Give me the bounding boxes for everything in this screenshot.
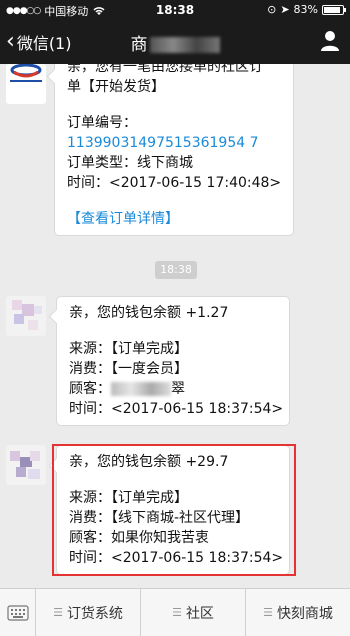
pixelated-avatar-icon [10, 451, 40, 479]
redacted-title [149, 37, 220, 53]
order-intro-line2: 单【开始发货】 [67, 79, 165, 95]
customer-label: 顾客： [69, 381, 111, 397]
company-logo-icon [10, 64, 42, 82]
location-icon: ➤ [280, 3, 290, 16]
order-number-label: 订单编号： [67, 115, 137, 131]
wallet-headline: 亲，您的钱包余额 +29.7 [69, 454, 229, 470]
wallet-consume: 消费：【一度会员】 [69, 361, 188, 377]
status-bar: ●●●○○ 中国移动 18:38 ⊙ ➤ 83% [0, 0, 350, 20]
wallet-consume: 消费：【线下商城-社区代理】 [69, 510, 250, 526]
wallet-customer: 顾客：如果你知我苦衷 [69, 530, 209, 546]
keyboard-toggle-button[interactable] [0, 588, 36, 636]
message-bubble-wallet-2[interactable]: 亲，您的钱包余额 +29.7 来源：【订单完成】 消费：【线下商城-社区代理】 … [56, 445, 290, 575]
sender-avatar[interactable] [6, 445, 46, 485]
menu-item-label: 快刻商城 [276, 605, 333, 622]
lock-rotation-icon: ⊙ [267, 3, 277, 16]
time-divider: 18:38 [155, 261, 197, 279]
sender-avatar-logo[interactable] [6, 64, 46, 104]
person-icon[interactable] [320, 30, 340, 52]
redacted-customer-name [111, 382, 171, 396]
pixelated-avatar-icon [12, 300, 42, 330]
nav-bar: ‹ 微信(1) 商 [0, 20, 350, 64]
keyboard-icon [6, 604, 29, 621]
order-time: 时间：<2017-06-15 17:40:48> [67, 175, 282, 191]
chat-area[interactable]: 亲，您有一笔由您接单的社区订 单【开始发货】 订单编号： 11399031497… [0, 64, 350, 588]
battery-percent: 83% [293, 3, 318, 16]
view-order-details-link[interactable]: 【查看订单详情】 [67, 209, 281, 229]
status-right: ⊙ ➤ 83% [267, 3, 346, 16]
chat-title-text: 商 [130, 35, 148, 55]
menu-icon: ☰ [172, 606, 182, 619]
wallet-time: 时间：<2017-06-15 18:37:54> [69, 401, 284, 417]
message-bubble-order[interactable]: 亲，您有一笔由您接单的社区订 单【开始发货】 订单编号： 11399031497… [54, 64, 294, 236]
wallet-source: 来源：【订单完成】 [69, 341, 188, 357]
menu-icon: ☰ [53, 606, 63, 619]
battery-icon [322, 4, 346, 15]
menu-item-label: 订货系统 [66, 605, 123, 622]
message-bubble-wallet-1[interactable]: 亲，您的钱包余额 +1.27 来源：【订单完成】 消费：【一度会员】 顾客：翠 … [56, 296, 290, 426]
order-type: 订单类型：线下商城 [67, 155, 193, 171]
menu-icon: ☰ [263, 606, 273, 619]
wallet-time: 时间：<2017-06-15 18:37:54> [69, 550, 284, 566]
menu-item-quick-mall[interactable]: ☰ 快刻商城 [246, 589, 350, 636]
order-intro-line1: 亲，您有一笔由您接单的社区订 [67, 64, 263, 75]
chat-title: 商 [0, 30, 350, 55]
sender-avatar[interactable] [6, 296, 46, 336]
customer-name-tail: 翠 [171, 381, 185, 397]
wallet-customer: 顾客： 翠 [69, 379, 277, 399]
menu-item-community[interactable]: ☰ 社区 [141, 588, 246, 636]
order-number-link[interactable]: 11399031497515361954 7 [67, 133, 281, 153]
menu-item-label: 社区 [185, 605, 214, 622]
bottom-menu-bar: ☰ 订货系统 ☰ 社区 ☰ 快刻商城 [0, 588, 350, 636]
wallet-source: 来源：【订单完成】 [69, 490, 188, 506]
menu-item-ordering-system[interactable]: ☰ 订货系统 [36, 588, 141, 636]
wallet-headline: 亲，您的钱包余额 +1.27 [69, 305, 229, 321]
